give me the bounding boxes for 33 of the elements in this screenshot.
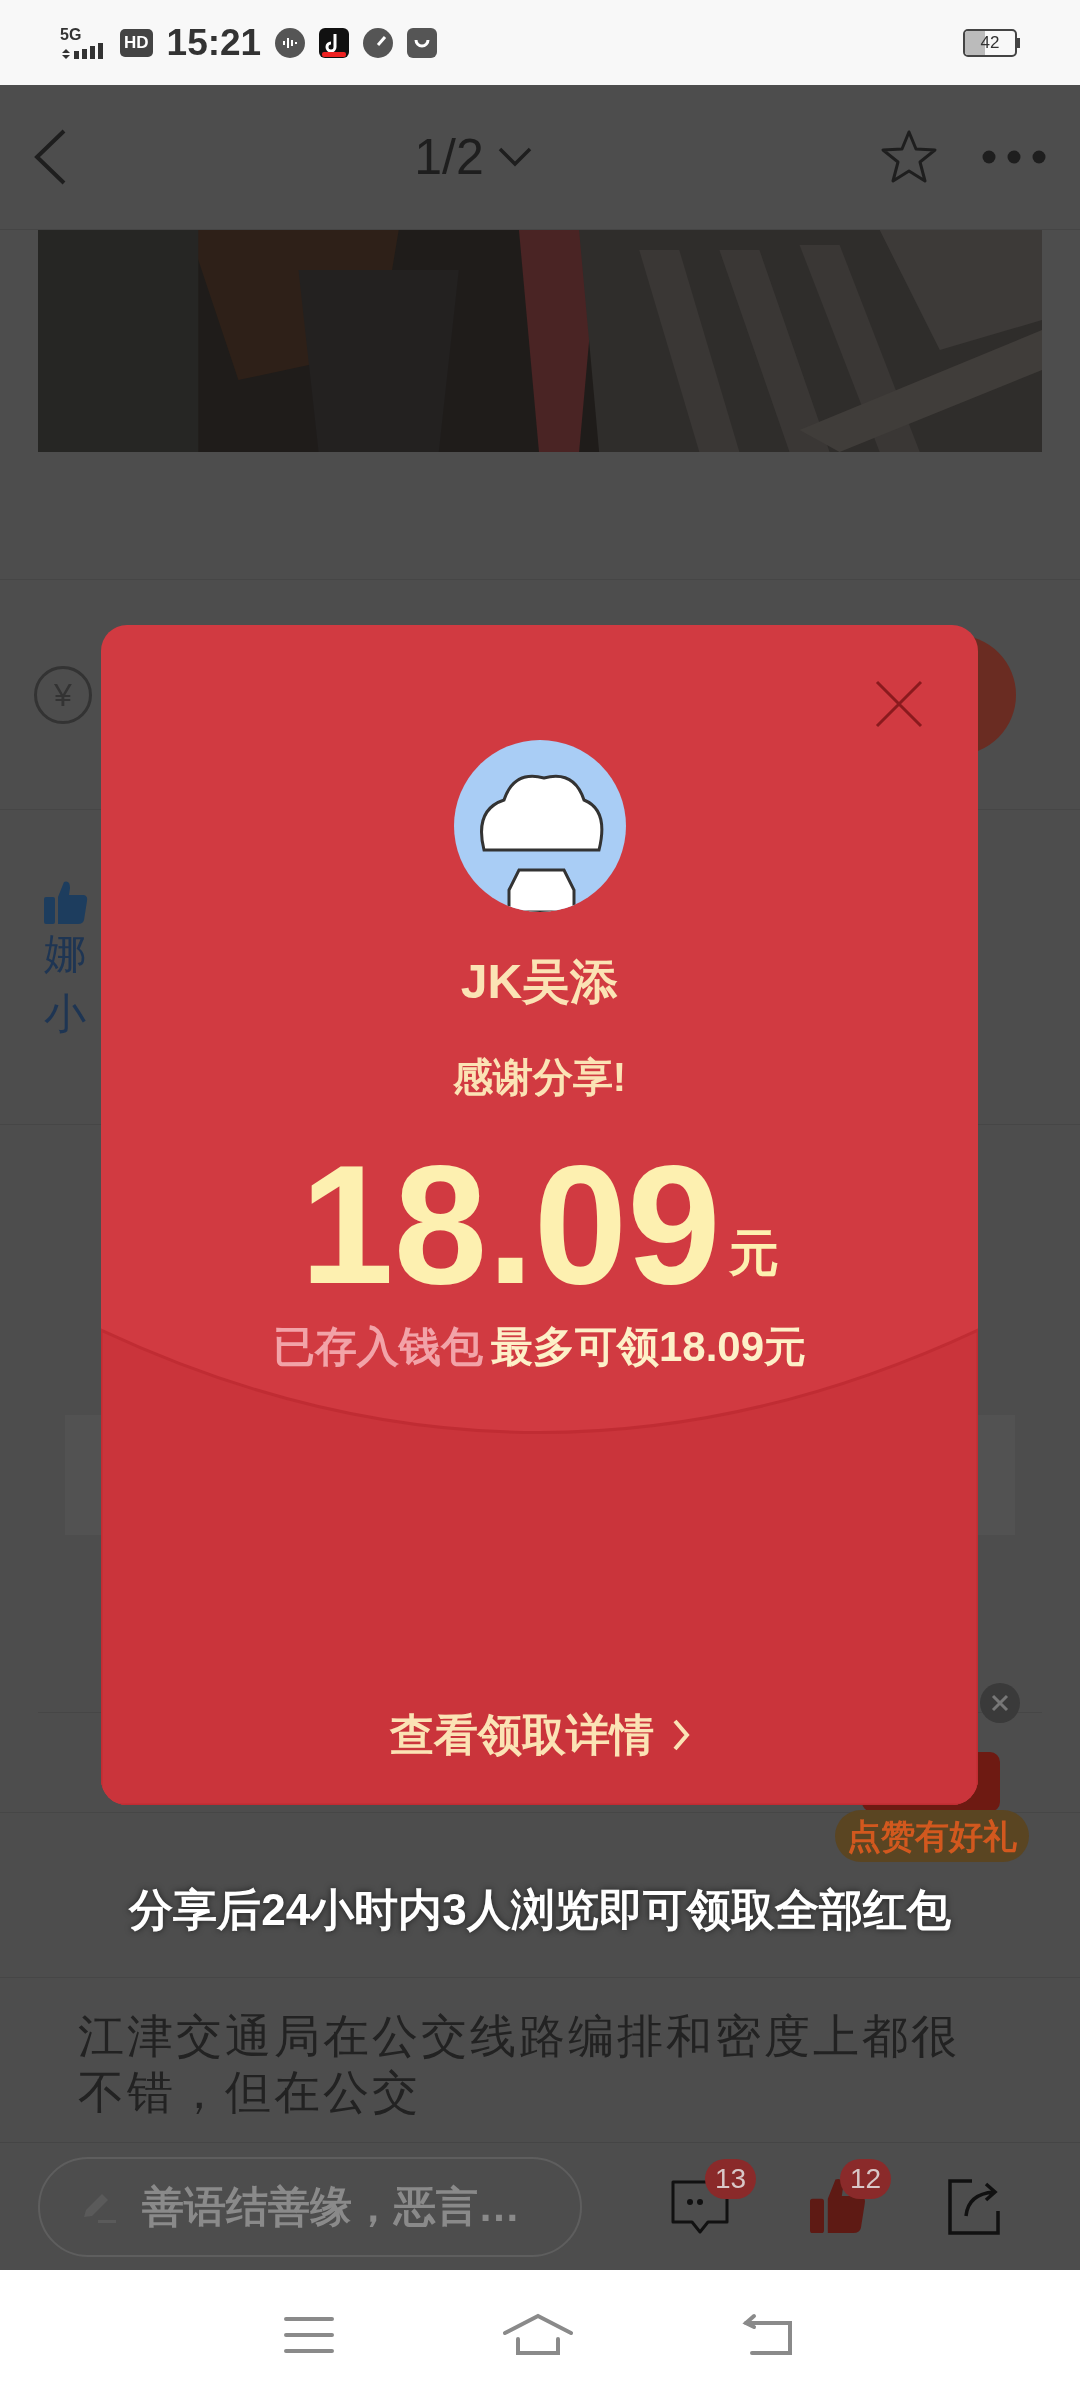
- home-icon[interactable]: [502, 2313, 574, 2357]
- sound-app-icon: [275, 27, 306, 58]
- share-icon[interactable]: [946, 2177, 1002, 2236]
- hd-badge: HD: [120, 28, 153, 57]
- comment-field[interactable]: 善语结善缘，恶言…: [38, 2156, 582, 2257]
- like-gift-badge[interactable]: 点赞有好礼: [835, 1810, 1029, 1862]
- menu-icon[interactable]: [284, 2315, 334, 2355]
- clock: 15:21: [166, 20, 262, 65]
- details-link[interactable]: 查看领取详情: [389, 1707, 690, 1763]
- music-app-icon: [319, 27, 350, 58]
- currency-unit: 元: [728, 1224, 779, 1283]
- star-icon[interactable]: [880, 129, 938, 185]
- battery-level: 42: [980, 31, 1000, 54]
- signal-icon: [60, 42, 106, 59]
- saved-note: 已存入钱包: [272, 1322, 483, 1372]
- close-icon[interactable]: [980, 1683, 1020, 1723]
- bag-app-icon: [407, 27, 438, 58]
- thanks-message: 感谢分享!: [452, 1054, 627, 1101]
- sender-name: JK吴添: [460, 954, 619, 1010]
- speedometer-icon: [363, 27, 394, 58]
- like-count-badge: 12: [840, 2158, 892, 2199]
- more-icon[interactable]: [982, 150, 1046, 164]
- close-icon[interactable]: [875, 680, 923, 728]
- amount: 18.09: [300, 1140, 721, 1310]
- max-note: 最多可领18.09元: [490, 1322, 807, 1372]
- chevron-down-icon: [497, 147, 532, 167]
- chevron-right-icon: [671, 1718, 690, 1752]
- share-tip: 分享后24小时内3人浏览即可领取全部红包: [127, 1884, 952, 1936]
- thumbs-up-icon: [44, 880, 88, 924]
- network-type: 5G: [60, 26, 82, 43]
- comment-count-badge: 13: [705, 2158, 757, 2199]
- comment-placeholder: 善语结善缘，恶言…: [142, 2182, 520, 2232]
- back-icon[interactable]: [34, 129, 66, 185]
